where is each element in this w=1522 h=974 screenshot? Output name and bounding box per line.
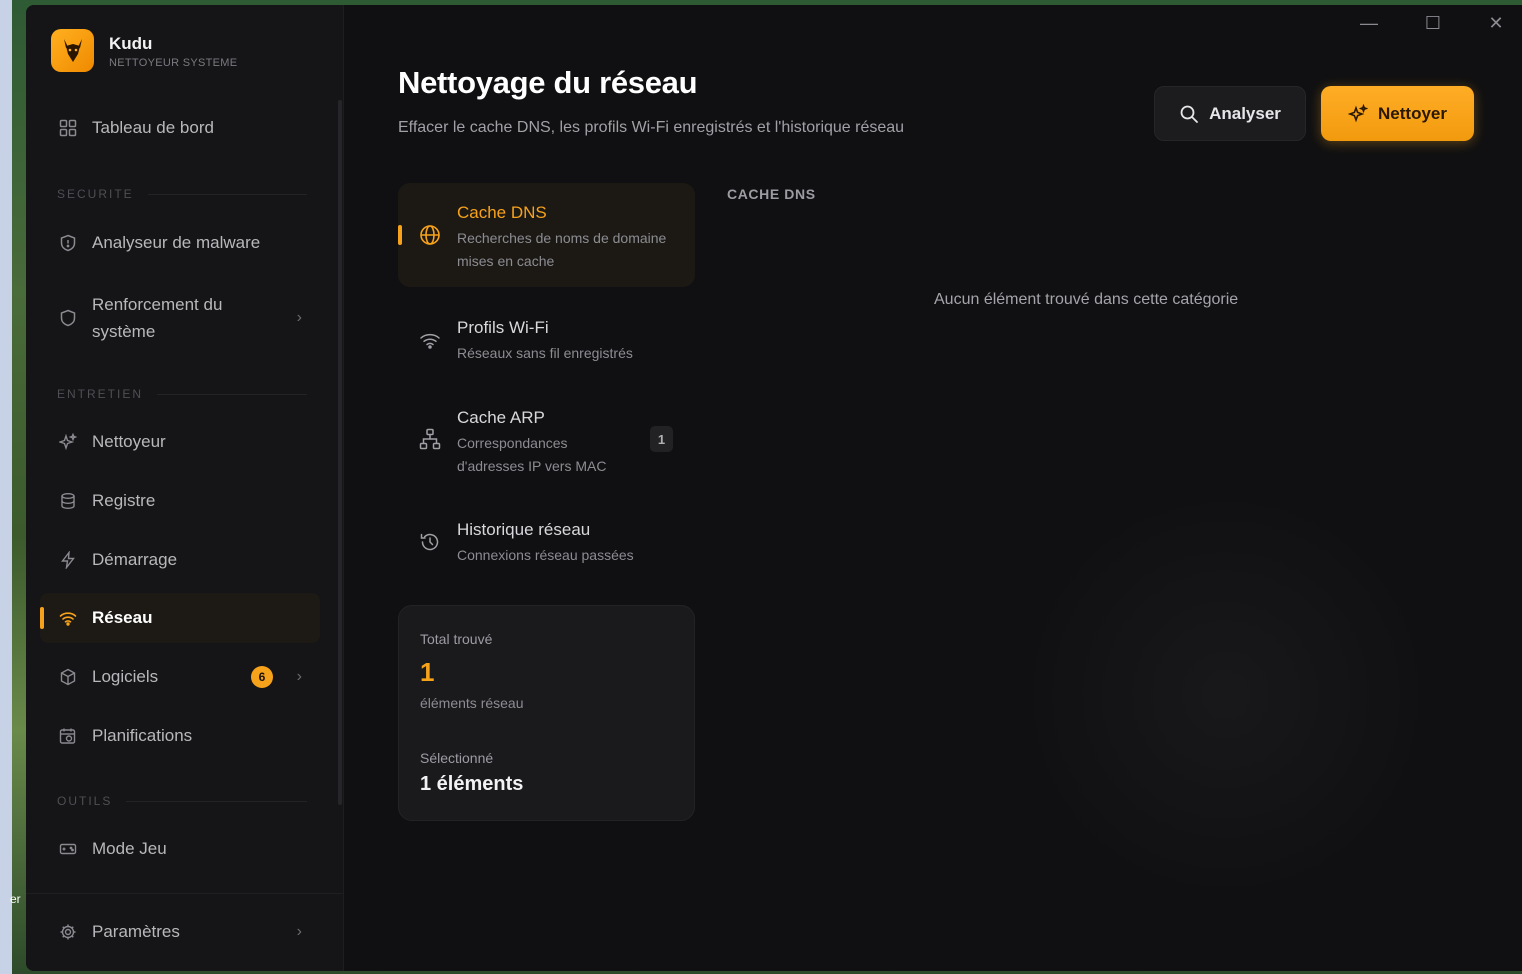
section-label: SECURITE <box>57 187 134 201</box>
sidebar-item-game-mode[interactable]: Mode Jeu <box>40 824 320 874</box>
analyze-label: Analyser <box>1209 103 1281 123</box>
total-found-value: 1 <box>420 657 435 687</box>
sparkles-icon <box>1348 103 1369 124</box>
page-subtitle: Effacer le cache DNS, les profils Wi-Fi … <box>398 119 905 136</box>
app-subtitle: NETTOYEUR SYSTEME <box>109 56 238 69</box>
category-title: Profils Wi-Fi <box>457 318 549 337</box>
sidebar-item-registry[interactable]: Registre <box>40 476 320 526</box>
category-desc: d'adresses IP vers MAC <box>457 458 607 474</box>
category-desc: Correspondances <box>457 435 568 451</box>
summary-card: Total trouvé 1 éléments réseau Sélection… <box>398 605 695 821</box>
category-desc: Recherches de noms de domaine <box>457 230 667 246</box>
kudu-logo-icon <box>51 29 94 72</box>
sidebar-item-network[interactable]: Réseau <box>40 593 320 643</box>
category-title: Cache DNS <box>457 203 547 222</box>
calendar-clock-icon <box>58 726 78 746</box>
sidebar-item-label: Logiciels <box>92 667 159 686</box>
category-title: Cache ARP <box>457 408 545 427</box>
sidebar-item-label: Analyseur de malware <box>92 233 261 252</box>
network-topology-icon <box>418 427 442 451</box>
page-title: Nettoyage du réseau <box>398 65 698 100</box>
section-maintenance: ENTRETIEN <box>57 387 307 401</box>
close-button[interactable]: ✕ <box>1481 13 1511 34</box>
sidebar-item-cleaner[interactable]: Nettoyeur <box>40 417 320 467</box>
database-icon <box>58 491 78 511</box>
gamepad-icon <box>58 839 78 859</box>
category-network-history[interactable]: Historique réseau Connexions réseau pass… <box>398 501 695 583</box>
desktop-edge <box>0 0 12 974</box>
empty-state-message: Aucun élément trouvé dans cette catégori… <box>934 291 1239 308</box>
minimize-button[interactable]: — <box>1354 13 1384 34</box>
sidebar-item-startup[interactable]: Démarrage <box>40 535 320 585</box>
gear-icon <box>58 922 78 942</box>
chevron-right-icon: › <box>296 923 302 940</box>
sidebar-item-software[interactable]: Logiciels 6 › <box>40 652 320 702</box>
clean-button[interactable]: Nettoyer <box>1321 86 1474 141</box>
section-security: SECURITE <box>57 187 307 201</box>
section-label: OUTILS <box>57 794 113 808</box>
sidebar-scrollbar[interactable] <box>338 100 342 805</box>
category-title: Historique réseau <box>457 520 591 539</box>
desktop-edge-text: er <box>10 892 21 906</box>
sidebar-item-schedules[interactable]: Planifications <box>40 711 320 761</box>
sidebar-item-label: système <box>92 322 156 341</box>
detail-heading: CACHE DNS <box>727 186 816 202</box>
sidebar-item-label: Réseau <box>92 608 153 627</box>
total-found-label: Total trouvé <box>420 631 493 647</box>
sidebar: Kudu NETTOYEUR SYSTEME Tableau de bord S… <box>26 5 344 971</box>
category-desc: Connexions réseau passées <box>457 547 634 563</box>
sidebar-item-label: Démarrage <box>92 550 178 569</box>
sparkles-icon <box>58 432 78 452</box>
search-icon <box>1179 104 1199 124</box>
sidebar-item-settings[interactable]: Paramètres › <box>40 907 320 957</box>
total-found-unit: éléments réseau <box>420 695 524 711</box>
background-glow <box>1016 485 1436 905</box>
shield-icon <box>58 233 78 253</box>
section-label: ENTRETIEN <box>57 387 144 401</box>
brand: Kudu NETTOYEUR SYSTEME <box>51 29 237 72</box>
sidebar-item-label: Registre <box>92 491 156 510</box>
chevron-right-icon: › <box>296 309 302 326</box>
globe-icon <box>418 223 442 247</box>
software-count-badge: 6 <box>251 666 273 688</box>
app-name: Kudu <box>109 33 153 53</box>
category-wifi-profiles[interactable]: Profils Wi-Fi Réseaux sans fil enregistr… <box>398 299 695 381</box>
clean-label: Nettoyer <box>1378 103 1447 123</box>
package-icon <box>58 667 78 687</box>
sidebar-item-label: Nettoyeur <box>92 432 166 451</box>
wifi-icon <box>418 328 442 352</box>
selected-label: Sélectionné <box>420 750 494 766</box>
dashboard-grid-icon <box>58 118 78 138</box>
sidebar-item-label: Tableau de bord <box>92 118 214 137</box>
app-window: Kudu NETTOYEUR SYSTEME Tableau de bord S… <box>26 5 1522 971</box>
category-count-badge: 1 <box>650 426 673 452</box>
chevron-right-icon: › <box>296 668 302 685</box>
category-desc: Réseaux sans fil enregistrés <box>457 345 633 361</box>
sidebar-item-dashboard[interactable]: Tableau de bord <box>40 103 320 153</box>
lightning-icon <box>58 550 78 570</box>
section-tools: OUTILS <box>57 794 307 808</box>
sidebar-item-label: Mode Jeu <box>92 839 167 858</box>
sidebar-item-hardening[interactable]: Renforcement du système › <box>40 283 320 353</box>
sidebar-item-label: Paramètres <box>92 922 180 941</box>
sidebar-item-label: Renforcement du <box>92 295 223 314</box>
category-desc: mises en cache <box>457 253 555 269</box>
category-dns-cache[interactable]: Cache DNS Recherches de noms de domaine m… <box>398 183 695 287</box>
selected-value: 1 éléments <box>420 773 524 795</box>
maximize-button[interactable]: ☐ <box>1418 13 1448 34</box>
sidebar-item-malware[interactable]: Analyseur de malware <box>40 218 320 268</box>
wifi-icon <box>58 608 78 628</box>
history-icon <box>418 530 442 554</box>
divider <box>26 893 344 894</box>
analyze-button[interactable]: Analyser <box>1154 86 1306 141</box>
category-arp-cache[interactable]: Cache ARP Correspondances d'adresses IP v… <box>398 389 695 489</box>
sidebar-item-label: Planifications <box>92 726 193 745</box>
shield-outline-icon <box>58 308 78 328</box>
